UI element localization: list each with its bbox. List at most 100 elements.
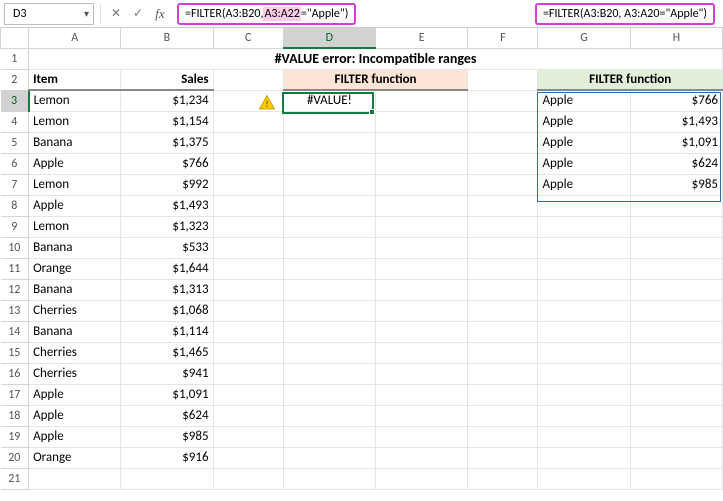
cell[interactable] [376,447,468,468]
cell[interactable] [213,279,283,300]
cell[interactable] [213,216,283,237]
table-cell-sales[interactable]: $1,114 [121,321,213,342]
cell[interactable] [468,237,538,258]
cell[interactable] [468,216,538,237]
cell[interactable] [213,69,283,90]
cell[interactable] [630,300,722,321]
row-header[interactable]: 1 [1,48,29,69]
cell[interactable] [538,405,630,426]
cell[interactable] [376,132,468,153]
cell[interactable] [468,195,538,216]
row-header[interactable]: 20 [1,447,29,468]
header-filter-ok[interactable]: FILTER function [538,69,723,90]
row-header[interactable]: 13 [1,300,29,321]
cell[interactable] [213,468,283,489]
cell[interactable] [213,195,283,216]
col-header-H[interactable]: H [630,28,722,48]
cell[interactable] [213,342,283,363]
cell[interactable] [468,300,538,321]
table-cell-sales[interactable]: $992 [121,174,213,195]
cell[interactable] [468,384,538,405]
cell[interactable] [283,342,375,363]
table-cell-sales[interactable]: $1,644 [121,258,213,279]
table-cell-sales[interactable]: $941 [121,363,213,384]
table-cell-item[interactable]: Lemon [29,90,121,111]
cell[interactable] [283,300,375,321]
table-cell-sales[interactable]: $1,091 [121,384,213,405]
cell[interactable] [213,258,283,279]
cell[interactable] [630,258,722,279]
table-cell-item[interactable]: Apple [29,195,121,216]
cell[interactable] [213,363,283,384]
cell[interactable] [376,90,468,111]
table-cell-sales[interactable]: $1,493 [121,195,213,216]
row-header[interactable]: 18 [1,405,29,426]
header-item[interactable]: Item [29,69,121,90]
filtered-sales[interactable]: $766 [630,90,722,111]
table-cell-item[interactable]: Cherries [29,342,121,363]
table-cell-item[interactable]: Banana [29,132,121,153]
table-cell-sales[interactable]: $1,154 [121,111,213,132]
cell[interactable] [283,237,375,258]
cell[interactable] [376,195,468,216]
cell[interactable] [283,216,375,237]
cell[interactable] [468,153,538,174]
cell[interactable] [283,363,375,384]
cell[interactable] [538,363,630,384]
header-filter-error[interactable]: FILTER function [283,69,468,90]
row-header[interactable]: 9 [1,216,29,237]
table-cell-item[interactable]: Cherries [29,363,121,384]
row-header[interactable]: 17 [1,384,29,405]
table-cell-item[interactable]: Apple [29,153,121,174]
cell[interactable] [468,174,538,195]
cell[interactable] [213,426,283,447]
header-sales[interactable]: Sales [121,69,213,90]
cell[interactable] [213,447,283,468]
table-cell-sales[interactable]: $766 [121,153,213,174]
table-cell-sales[interactable]: $1,323 [121,216,213,237]
row-header[interactable]: 16 [1,363,29,384]
cell[interactable] [538,216,630,237]
cell[interactable] [213,405,283,426]
table-cell-item[interactable]: Orange [29,447,121,468]
cell[interactable] [283,321,375,342]
page-title[interactable]: #VALUE error: Incompatible ranges [29,48,723,69]
cell[interactable] [283,174,375,195]
col-header-A[interactable]: A [29,28,121,48]
filtered-item[interactable]: Apple [538,111,630,132]
col-header-G[interactable]: G [538,28,630,48]
cell[interactable] [283,384,375,405]
filtered-item[interactable]: Apple [538,132,630,153]
cell[interactable] [630,195,722,216]
cell[interactable] [29,468,121,489]
cell[interactable] [376,342,468,363]
cell[interactable] [538,447,630,468]
cell[interactable] [283,111,375,132]
spreadsheet-grid[interactable]: A B C D E F G H 1 #VALUE error: Incompat… [0,28,723,490]
filtered-item[interactable]: Apple [538,153,630,174]
cell[interactable] [468,405,538,426]
filtered-sales[interactable]: $1,091 [630,132,722,153]
cell[interactable] [283,468,375,489]
table-cell-item[interactable]: Banana [29,321,121,342]
filtered-sales[interactable]: $985 [630,174,722,195]
table-cell-item[interactable]: Lemon [29,216,121,237]
filtered-sales[interactable]: $1,493 [630,111,722,132]
name-box[interactable]: D3 ▾ [4,3,94,25]
cell[interactable] [376,111,468,132]
table-cell-item[interactable]: Cherries [29,300,121,321]
cell[interactable] [213,384,283,405]
cell[interactable] [538,384,630,405]
cell[interactable] [630,216,722,237]
row-header[interactable]: 14 [1,321,29,342]
cell[interactable] [630,342,722,363]
col-header-C[interactable]: C [213,28,283,48]
cell[interactable] [538,300,630,321]
cell[interactable] [213,153,283,174]
table-cell-item[interactable]: Apple [29,426,121,447]
cell[interactable] [468,363,538,384]
cell[interactable] [376,384,468,405]
cell[interactable] [630,363,722,384]
table-cell-sales[interactable]: $1,234 [121,90,213,111]
chevron-down-icon[interactable]: ▾ [84,7,89,20]
